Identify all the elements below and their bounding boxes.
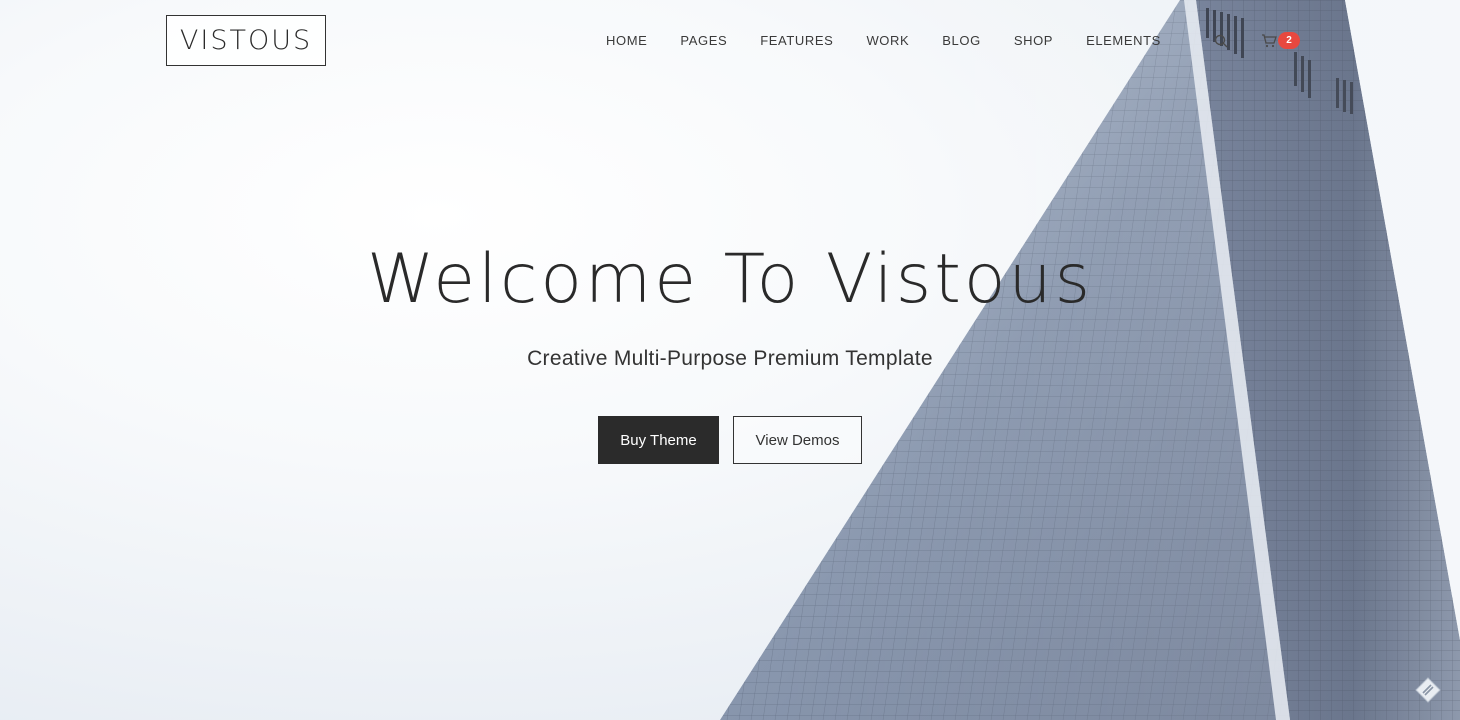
cart-count-badge: 2 [1278,32,1300,49]
site-logo[interactable]: VISTOUS [166,15,326,66]
nav-item-features[interactable]: FEATURES [760,33,833,48]
cart-icon[interactable] [1260,32,1278,50]
nav-item-work[interactable]: WORK [866,33,909,48]
search-icon[interactable] [1212,32,1230,50]
view-demos-button[interactable]: View Demos [733,416,862,464]
nav-item-shop[interactable]: SHOP [1014,33,1053,48]
nav-item-elements[interactable]: ELEMENTS [1086,33,1161,48]
main-nav: HOME PAGES FEATURES WORK BLOG SHOP ELEME… [606,30,1194,50]
nav-item-blog[interactable]: BLOG [942,33,981,48]
feather-logo-icon[interactable] [1414,676,1442,704]
header-icons [1212,30,1278,52]
buy-theme-button[interactable]: Buy Theme [598,416,719,464]
nav-item-home[interactable]: HOME [606,33,647,48]
hero-subtitle: Creative Multi-Purpose Premium Template [527,347,933,370]
hero-title: Welcome To Vistous [367,240,1093,319]
nav-item-pages[interactable]: PAGES [680,33,727,48]
